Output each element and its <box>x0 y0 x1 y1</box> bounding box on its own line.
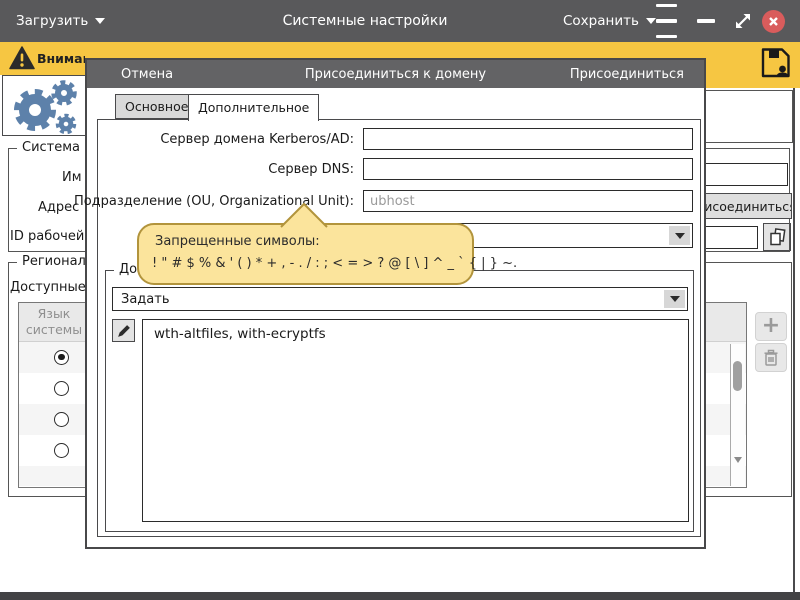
save-file-icon[interactable] <box>760 47 791 79</box>
dns-input[interactable] <box>363 158 693 180</box>
warning-banner-right <box>700 42 800 88</box>
warning-text: Внимани <box>37 42 85 75</box>
menu-icon <box>656 4 677 7</box>
action-select[interactable]: Задать <box>112 287 688 311</box>
title-bar: Загрузить Системные настройки Сохранить <box>0 0 800 42</box>
dialog-header: Отмена Присоединиться к домену Присоедин… <box>87 60 704 88</box>
minimize-icon <box>697 19 715 22</box>
expand-icon <box>733 11 753 31</box>
scroll-down-button[interactable] <box>734 463 742 482</box>
ou-input[interactable] <box>363 190 693 212</box>
kerberos-input[interactable] <box>363 128 693 150</box>
action-select-value: Задать <box>121 292 170 307</box>
chevron-down-icon <box>646 18 656 24</box>
language-radio[interactable] <box>54 381 69 396</box>
app-window: Загрузить Системные настройки Сохранить <box>0 0 800 600</box>
tab-advanced[interactable]: Дополнительное <box>188 94 319 121</box>
join-domain-dialog: Отмена Присоединиться к домену Присоедин… <box>85 58 706 549</box>
language-radio[interactable] <box>54 350 69 365</box>
dns-label: Сервер DNS: <box>268 162 354 177</box>
combo-arrow-button[interactable] <box>664 290 685 308</box>
tooltip-title: Запрещенные символы: <box>155 234 320 249</box>
language-radio[interactable] <box>54 412 69 427</box>
join-button[interactable]: Присоединиться <box>570 60 684 88</box>
bottom-bar <box>0 592 800 600</box>
tab-basic[interactable]: Основное <box>115 94 198 119</box>
advanced-group-fieldset: До Задать wth-altfiles, with-ecryptfs <box>105 270 694 532</box>
chevron-down-icon <box>670 296 680 302</box>
close-icon <box>768 16 779 27</box>
combo-arrow-button[interactable] <box>669 226 690 245</box>
workstation-id-label-fragment: ID рабочей <box>10 229 84 244</box>
tooltip-pointer-icon <box>278 201 330 228</box>
join-domain-button-fragment[interactable]: рисоединиться <box>702 193 792 219</box>
plus-icon: + <box>762 315 780 337</box>
edit-button[interactable] <box>112 319 135 342</box>
table-scrollbar[interactable] <box>730 344 745 486</box>
language-column-header: Язык системы <box>19 306 89 338</box>
add-language-button[interactable]: + <box>755 312 787 341</box>
warning-icon <box>9 46 35 70</box>
save-menu-label: Сохранить <box>563 13 639 29</box>
computer-name-label-fragment: Им <box>62 170 82 185</box>
language-radio[interactable] <box>54 443 69 458</box>
delete-language-button[interactable] <box>755 343 787 372</box>
hamburger-menu-button[interactable] <box>656 0 677 42</box>
packages-textarea[interactable]: wth-altfiles, with-ecryptfs <box>142 319 689 522</box>
triangle-down-icon <box>734 457 742 482</box>
bg-panel-fragment <box>700 90 793 143</box>
chevron-down-icon <box>675 233 685 239</box>
app-logo-box <box>2 75 87 136</box>
save-menu-button[interactable]: Сохранить <box>563 0 656 42</box>
tooltip-symbols: ! " # $ % & ' ( ) * + , - . / : ; < = > … <box>152 256 517 271</box>
pencil-icon <box>117 324 131 338</box>
scroll-thumb[interactable] <box>733 361 742 391</box>
kerberos-label: Сервер домена Kerberos/AD: <box>160 132 354 147</box>
gears-icon <box>11 79 81 135</box>
system-fieldset-legend: Система <box>17 140 85 155</box>
fullscreen-button[interactable] <box>733 0 753 42</box>
forbidden-symbols-tooltip: Запрещенные символы: ! " # $ % & ' ( ) *… <box>137 223 474 285</box>
close-button[interactable] <box>762 0 785 42</box>
trash-icon <box>763 349 779 367</box>
window-right-border <box>793 88 795 592</box>
minimize-button[interactable] <box>697 0 715 42</box>
